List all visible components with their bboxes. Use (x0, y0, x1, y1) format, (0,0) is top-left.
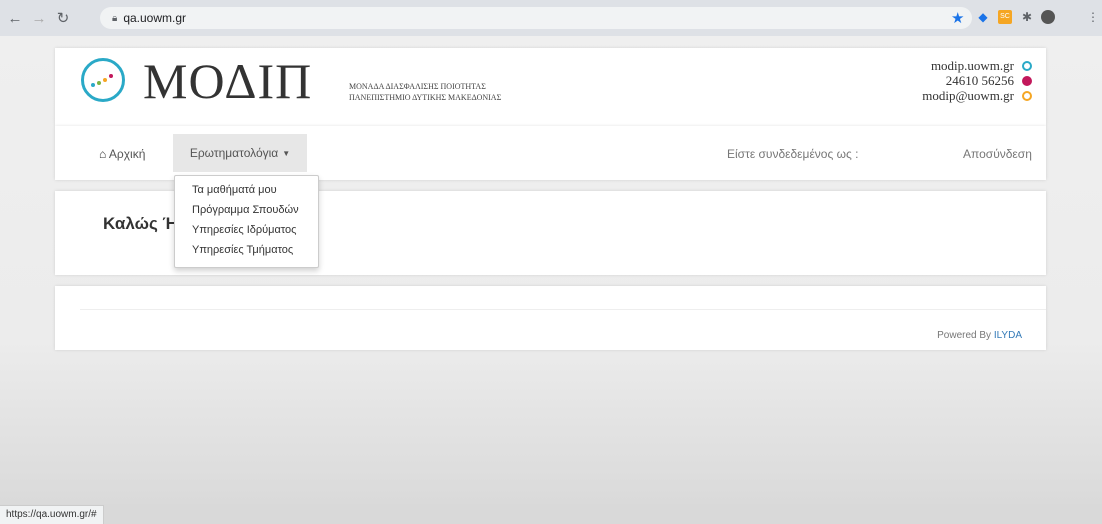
site-header: ΜΟΔΙΠ ΜΟΝΑΔΑ ΔΙΑΣΦΑΛΙΣΗΣ ΠΟΙΟΤΗΤΑΣ ΠΑΝΕΠ… (55, 48, 1046, 126)
main-navbar: ⌂ Αρχική Ερωτηματολόγια ▼ Είστε συνδεδεμ… (55, 126, 1046, 180)
status-bar: https://qa.uowm.gr/# (0, 505, 104, 524)
lock-icon: 🔒︎ (112, 12, 118, 24)
powered-by-label: Powered By (937, 330, 992, 341)
questionnaires-menu: Τα μαθήματά μου Πρόγραμμα Σπουδών Υπηρεσ… (174, 175, 319, 268)
page-footer: Powered By ILYDA (55, 286, 1046, 350)
nav-questionnaires-dropdown[interactable]: Ερωτηματολόγια ▼ (173, 134, 307, 172)
contact-info: modip.uowm.gr 24610 56256 modip@uowm.gr (922, 58, 1032, 103)
extensions-puzzle-icon[interactable]: ✱ (1020, 10, 1034, 24)
caret-down-icon: ▼ (282, 148, 291, 158)
contact-email[interactable]: modip@uowm.gr (922, 88, 1014, 103)
modip-logo-icon[interactable] (81, 58, 125, 102)
logo-subtitle: ΜΟΝΑΔΑ ΔΙΑΣΦΑΛΙΣΗΣ ΠΟΙΟΤΗΤΑΣ ΠΑΝΕΠΙΣΤΗΜΙ… (349, 81, 501, 103)
menu-item-institution-services[interactable]: Υπηρεσίες Ιδρύματος (175, 220, 318, 240)
footer-divider (80, 309, 1046, 310)
powered-by: Powered By ILYDA (937, 330, 1022, 341)
contact-phone: 24610 56256 (945, 73, 1014, 88)
web-icon (1022, 60, 1032, 71)
nav-questionnaires-label: Ερωτηματολόγια (189, 146, 279, 160)
forward-icon[interactable]: → (30, 10, 48, 27)
ilyda-link[interactable]: ILYDA (994, 330, 1022, 341)
address-bar[interactable]: 🔒︎ qa.uowm.gr (100, 7, 972, 29)
back-icon[interactable]: ← (6, 10, 24, 27)
phone-icon (1022, 75, 1032, 86)
bookmark-star-icon[interactable]: ★ (951, 9, 964, 27)
email-icon (1022, 90, 1032, 101)
nav-home-label: Αρχική (108, 147, 146, 161)
menu-item-department-services[interactable]: Υπηρεσίες Τμήματος (175, 240, 318, 260)
logo-subtitle-line1: ΜΟΝΑΔΑ ΔΙΑΣΦΑΛΙΣΗΣ ΠΟΙΟΤΗΤΑΣ (349, 82, 486, 91)
extension-sc-icon[interactable]: SC (998, 10, 1012, 24)
welcome-title: Καλώς Ή (103, 214, 178, 233)
profile-avatar[interactable] (1041, 10, 1055, 24)
menu-dots-icon[interactable]: ⋮ (1086, 10, 1100, 24)
logo-title[interactable]: ΜΟΔΙΠ (143, 52, 312, 110)
extension-diamond-icon[interactable]: ◆ (976, 10, 990, 24)
browser-toolbar: ← → ↻ 🔒︎ qa.uowm.gr ★ ◆ SC ✱ ⋮ (0, 0, 1102, 36)
contact-web[interactable]: modip.uowm.gr (931, 58, 1014, 73)
logged-in-as: Είστε συνδεδεμένος ως : (727, 147, 858, 161)
logged-in-label: Είστε συνδεδεμένος ως : (727, 147, 859, 161)
address-url: qa.uowm.gr (123, 11, 187, 25)
menu-item-study-program[interactable]: Πρόγραμμα Σπουδών (175, 200, 318, 220)
menu-item-my-courses[interactable]: Τα μαθήματά μου (175, 180, 318, 200)
logo-subtitle-line2: ΠΑΝΕΠΙΣΤΗΜΙΟ ΔΥΤΙΚΗΣ ΜΑΚΕΔΟΝΙΑΣ (349, 93, 502, 102)
home-icon: ⌂ (99, 147, 107, 161)
logout-label: Αποσύνδεση (963, 147, 1032, 161)
nav-home-link[interactable]: ⌂ Αρχική (99, 147, 145, 161)
page-content: ΜΟΔΙΠ ΜΟΝΑΔΑ ΔΙΑΣΦΑΛΙΣΗΣ ΠΟΙΟΤΗΤΑΣ ΠΑΝΕΠ… (0, 36, 1102, 504)
reload-icon[interactable]: ↻ (54, 9, 72, 27)
logout-link[interactable]: Αποσύνδεση (963, 147, 1032, 161)
